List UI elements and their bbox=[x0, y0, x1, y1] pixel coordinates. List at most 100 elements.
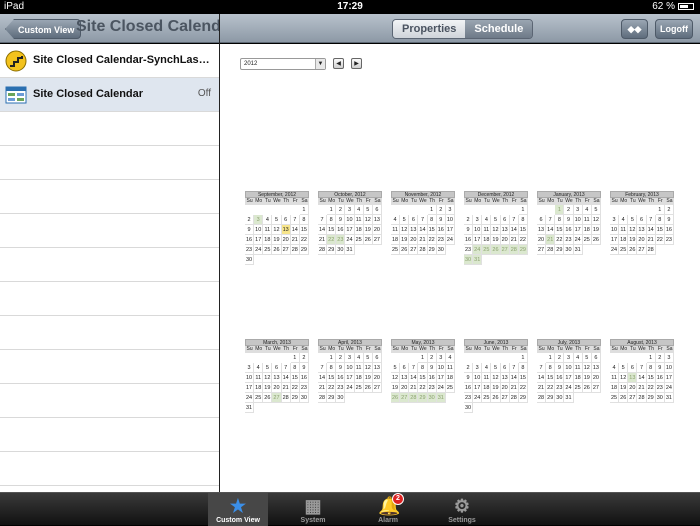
day-cell[interactable]: 14 bbox=[509, 373, 519, 383]
day-cell[interactable]: 23 bbox=[555, 383, 565, 393]
day-cell[interactable]: 22 bbox=[418, 383, 428, 393]
day-cell[interactable]: 20 bbox=[400, 383, 410, 393]
day-cell[interactable]: 25 bbox=[482, 245, 492, 255]
day-cell[interactable]: 1 bbox=[327, 205, 337, 215]
day-cell[interactable]: 31 bbox=[564, 393, 574, 403]
day-cell[interactable]: 21 bbox=[281, 383, 291, 393]
day-cell[interactable]: 7 bbox=[509, 363, 519, 373]
day-cell[interactable]: 22 bbox=[518, 383, 528, 393]
day-cell[interactable]: 7 bbox=[546, 215, 556, 225]
day-cell[interactable]: 27 bbox=[409, 245, 419, 255]
day-cell[interactable]: 17 bbox=[345, 225, 355, 235]
day-cell[interactable]: 29 bbox=[546, 393, 556, 403]
tab-alarm[interactable]: 🔔 Alarm 2 bbox=[358, 493, 418, 526]
day-cell[interactable]: 21 bbox=[318, 383, 328, 393]
day-cell[interactable]: 23 bbox=[664, 235, 674, 245]
day-cell[interactable]: 31 bbox=[345, 245, 355, 255]
day-cell[interactable]: 4 bbox=[610, 363, 620, 373]
day-cell[interactable]: 10 bbox=[564, 363, 574, 373]
day-cell[interactable]: 16 bbox=[436, 225, 446, 235]
day-cell[interactable]: 29 bbox=[327, 393, 337, 403]
day-cell[interactable]: 31 bbox=[473, 255, 483, 265]
day-cell[interactable]: 26 bbox=[263, 393, 273, 403]
day-cell[interactable]: 9 bbox=[464, 225, 474, 235]
day-cell[interactable]: 18 bbox=[619, 235, 629, 245]
day-cell[interactable]: 16 bbox=[664, 225, 674, 235]
day-cell[interactable]: 14 bbox=[546, 225, 556, 235]
day-cell[interactable]: 21 bbox=[537, 383, 547, 393]
day-cell[interactable]: 30 bbox=[299, 393, 309, 403]
day-cell[interactable]: 1 bbox=[518, 353, 528, 363]
day-cell[interactable]: 1 bbox=[546, 353, 556, 363]
day-cell[interactable]: 18 bbox=[391, 235, 401, 245]
day-cell[interactable]: 5 bbox=[363, 205, 373, 215]
day-cell[interactable]: 30 bbox=[336, 393, 346, 403]
day-cell[interactable]: 23 bbox=[464, 393, 474, 403]
day-cell[interactable]: 2 bbox=[555, 353, 565, 363]
day-cell[interactable]: 17 bbox=[345, 373, 355, 383]
day-cell[interactable]: 20 bbox=[372, 225, 382, 235]
day-cell[interactable]: 4 bbox=[391, 215, 401, 225]
day-cell[interactable]: 9 bbox=[655, 363, 665, 373]
day-cell[interactable]: 4 bbox=[619, 215, 629, 225]
day-cell[interactable]: 11 bbox=[354, 215, 364, 225]
day-cell[interactable]: 24 bbox=[473, 245, 483, 255]
day-cell[interactable]: 29 bbox=[327, 245, 337, 255]
day-cell[interactable]: 29 bbox=[427, 245, 437, 255]
day-cell[interactable]: 14 bbox=[318, 225, 328, 235]
tab-system[interactable]: ▦ System bbox=[283, 493, 343, 526]
day-cell[interactable]: 28 bbox=[318, 393, 328, 403]
day-cell[interactable]: 19 bbox=[491, 383, 501, 393]
day-cell[interactable]: 9 bbox=[299, 363, 309, 373]
day-cell[interactable]: 6 bbox=[591, 353, 601, 363]
day-cell[interactable]: 16 bbox=[655, 373, 665, 383]
day-cell[interactable]: 11 bbox=[482, 225, 492, 235]
day-cell[interactable]: 9 bbox=[464, 373, 474, 383]
day-cell[interactable]: 27 bbox=[628, 393, 638, 403]
day-cell[interactable]: 25 bbox=[445, 383, 455, 393]
day-cell[interactable]: 14 bbox=[418, 225, 428, 235]
day-cell[interactable]: 11 bbox=[573, 363, 583, 373]
day-cell[interactable]: 7 bbox=[290, 215, 300, 225]
day-cell[interactable]: 13 bbox=[537, 225, 547, 235]
day-cell[interactable]: 26 bbox=[628, 245, 638, 255]
day-cell[interactable]: 26 bbox=[272, 245, 282, 255]
day-cell[interactable]: 1 bbox=[290, 353, 300, 363]
day-cell[interactable]: 18 bbox=[482, 235, 492, 245]
day-cell[interactable]: 30 bbox=[564, 245, 574, 255]
day-cell[interactable]: 28 bbox=[509, 393, 519, 403]
day-cell[interactable]: 18 bbox=[610, 383, 620, 393]
day-cell[interactable]: 13 bbox=[500, 225, 510, 235]
day-cell[interactable]: 19 bbox=[263, 383, 273, 393]
day-cell[interactable]: 28 bbox=[509, 245, 519, 255]
day-cell[interactable]: 22 bbox=[646, 383, 656, 393]
day-cell[interactable]: 23 bbox=[436, 235, 446, 245]
day-cell[interactable]: 24 bbox=[245, 393, 255, 403]
day-cell[interactable]: 7 bbox=[537, 363, 547, 373]
tab-schedule[interactable]: Schedule bbox=[465, 20, 533, 38]
day-cell[interactable]: 26 bbox=[491, 393, 501, 403]
day-cell[interactable]: 15 bbox=[299, 225, 309, 235]
day-cell[interactable]: 20 bbox=[637, 235, 647, 245]
day-cell[interactable]: 11 bbox=[482, 373, 492, 383]
day-cell[interactable]: 21 bbox=[290, 235, 300, 245]
day-cell[interactable]: 25 bbox=[610, 393, 620, 403]
day-cell[interactable]: 12 bbox=[272, 225, 282, 235]
day-cell[interactable]: 18 bbox=[445, 373, 455, 383]
day-cell[interactable]: 27 bbox=[591, 383, 601, 393]
day-cell[interactable]: 7 bbox=[318, 363, 328, 373]
day-cell[interactable]: 30 bbox=[245, 255, 255, 265]
day-cell[interactable]: 9 bbox=[336, 215, 346, 225]
day-cell[interactable]: 20 bbox=[372, 373, 382, 383]
year-select[interactable]: 2012 ▼ bbox=[240, 58, 326, 70]
day-cell[interactable]: 8 bbox=[646, 363, 656, 373]
day-cell[interactable]: 4 bbox=[254, 363, 264, 373]
day-cell[interactable]: 14 bbox=[290, 225, 300, 235]
day-cell[interactable]: 8 bbox=[427, 215, 437, 225]
day-cell[interactable]: 13 bbox=[637, 225, 647, 235]
day-cell[interactable]: 29 bbox=[290, 393, 300, 403]
day-cell[interactable]: 19 bbox=[391, 383, 401, 393]
day-cell[interactable]: 12 bbox=[263, 373, 273, 383]
day-cell[interactable]: 2 bbox=[299, 353, 309, 363]
day-cell[interactable]: 27 bbox=[272, 393, 282, 403]
